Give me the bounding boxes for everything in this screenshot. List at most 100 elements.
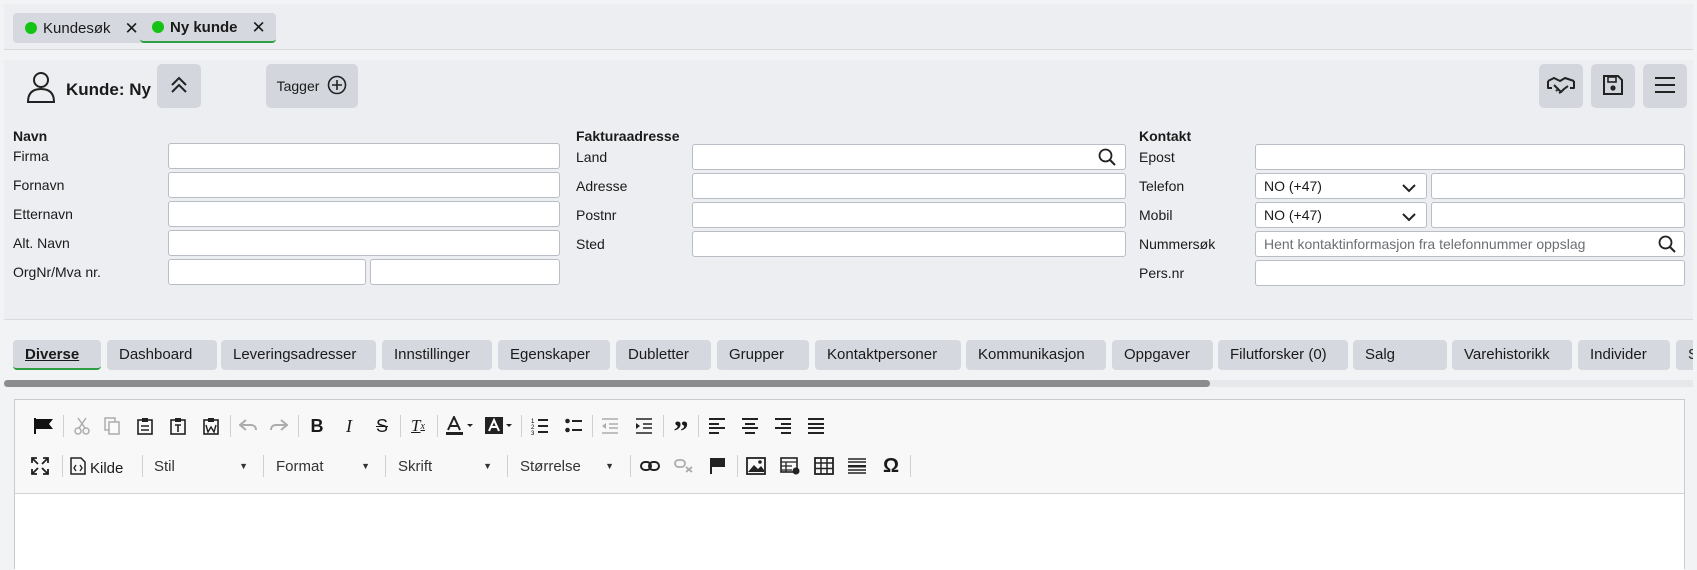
align-justify-icon[interactable] bbox=[803, 413, 829, 439]
toolbar-separator bbox=[630, 455, 631, 477]
save-button[interactable] bbox=[1591, 64, 1635, 108]
postnr-input[interactable] bbox=[692, 202, 1126, 228]
label-mobil: Mobil bbox=[1139, 207, 1173, 223]
status-dot-icon bbox=[152, 21, 164, 33]
tab-egenskaper[interactable]: Egenskaper bbox=[498, 340, 610, 370]
style-combo[interactable]: Stil ▼ bbox=[148, 453, 252, 479]
format-combo[interactable]: Format ▼ bbox=[270, 453, 374, 479]
remove-format-icon[interactable]: Tx bbox=[405, 413, 431, 439]
undo-icon[interactable] bbox=[235, 413, 261, 439]
doc-tab-label: Kundesøk bbox=[43, 19, 111, 37]
copy-icon[interactable] bbox=[99, 413, 125, 439]
mobil-country-select[interactable]: NO (+47) bbox=[1255, 202, 1427, 228]
tab-dashboard[interactable]: Dashboard bbox=[107, 340, 217, 370]
alt-navn-input[interactable] bbox=[168, 230, 560, 256]
editor-content-area[interactable] bbox=[15, 494, 1684, 570]
mobil-country-value: NO (+47) bbox=[1264, 207, 1322, 223]
label-nummersok: Nummersøk bbox=[1139, 236, 1216, 252]
mobil-input[interactable] bbox=[1431, 202, 1685, 228]
doc-tab-ny-kunde[interactable]: Ny kunde ✕ bbox=[140, 13, 276, 43]
bullet-list-icon[interactable] bbox=[561, 413, 587, 439]
collapse-button[interactable] bbox=[157, 64, 201, 108]
caret-down-icon: ▼ bbox=[483, 461, 492, 471]
align-center-icon[interactable] bbox=[737, 413, 763, 439]
customer-form-card: Kunde: Ny Tagger Navn Firma Fornavn Ette… bbox=[4, 60, 1693, 320]
telefon-input[interactable] bbox=[1431, 173, 1685, 199]
tab-innstillinger[interactable]: Innstillinger bbox=[382, 340, 492, 370]
italic-icon[interactable]: I bbox=[336, 413, 362, 439]
source-button[interactable]: Kilde bbox=[70, 457, 123, 479]
image-icon[interactable] bbox=[743, 453, 769, 479]
orgnr-input[interactable] bbox=[168, 259, 366, 285]
nummersok-input[interactable] bbox=[1255, 231, 1685, 257]
cut-icon[interactable] bbox=[69, 413, 95, 439]
tab-oppgaver[interactable]: Oppgaver bbox=[1112, 340, 1213, 370]
numbered-list-icon[interactable]: 123 bbox=[527, 413, 553, 439]
tab-grupper[interactable]: Grupper bbox=[717, 340, 809, 370]
toolbar-separator bbox=[400, 415, 401, 437]
persnr-input[interactable] bbox=[1255, 260, 1685, 286]
size-combo[interactable]: Størrelse ▼ bbox=[514, 453, 618, 479]
horizontal-rule-icon[interactable] bbox=[844, 453, 870, 479]
embed-table-icon[interactable] bbox=[777, 453, 803, 479]
tab-varehistorikk[interactable]: Varehistorikk bbox=[1452, 340, 1572, 370]
tab-dubletter[interactable]: Dubletter bbox=[616, 340, 711, 370]
tab-filutforsker[interactable]: Filutforsker (0) bbox=[1218, 340, 1348, 370]
toolbar-separator bbox=[910, 455, 911, 477]
paste-text-icon[interactable] bbox=[165, 413, 191, 439]
background-color-icon[interactable] bbox=[482, 413, 516, 439]
maximize-icon[interactable] bbox=[27, 453, 53, 479]
toolbar-separator bbox=[385, 455, 386, 477]
tab-salg[interactable]: Salg bbox=[1353, 340, 1447, 370]
special-character-icon[interactable]: Ω bbox=[878, 453, 904, 479]
search-icon[interactable] bbox=[1658, 235, 1676, 256]
close-icon[interactable]: ✕ bbox=[252, 19, 266, 36]
tab-kontaktpersoner[interactable]: Kontaktpersoner bbox=[815, 340, 961, 370]
fornavn-input[interactable] bbox=[168, 172, 560, 198]
link-icon[interactable] bbox=[637, 453, 663, 479]
increase-indent-icon[interactable] bbox=[631, 413, 657, 439]
sted-input[interactable] bbox=[692, 231, 1126, 257]
close-icon[interactable]: ✕ bbox=[125, 20, 139, 37]
font-combo-label: Skrift bbox=[398, 457, 433, 475]
blockquote-icon[interactable]: ” bbox=[668, 413, 694, 447]
decrease-indent-icon[interactable] bbox=[597, 413, 623, 439]
tab-individer[interactable]: Individer bbox=[1578, 340, 1670, 370]
font-combo[interactable]: Skrift ▼ bbox=[392, 453, 496, 479]
tab-diverse[interactable]: Diverse bbox=[13, 340, 101, 370]
firma-input[interactable] bbox=[168, 143, 560, 169]
tagger-button[interactable]: Tagger bbox=[266, 64, 358, 108]
etternavn-input[interactable] bbox=[168, 201, 560, 227]
land-input[interactable] bbox=[692, 144, 1126, 170]
epost-input[interactable] bbox=[1255, 144, 1685, 170]
adresse-input[interactable] bbox=[692, 173, 1126, 199]
tab-kommunikasjon[interactable]: Kommunikasjon bbox=[966, 340, 1106, 370]
unlink-icon[interactable] bbox=[671, 453, 697, 479]
tab-se[interactable]: Se bbox=[1676, 340, 1693, 370]
toolbar-separator bbox=[437, 415, 438, 437]
text-color-icon[interactable] bbox=[443, 413, 477, 439]
align-left-icon[interactable] bbox=[704, 413, 730, 439]
section-heading-kontakt: Kontakt bbox=[1139, 128, 1192, 144]
hamburger-icon bbox=[1654, 76, 1676, 97]
tab-leveringsadresser[interactable]: Leveringsadresser bbox=[221, 340, 376, 370]
redo-icon[interactable] bbox=[266, 413, 292, 439]
menu-button[interactable] bbox=[1643, 64, 1687, 108]
tagger-label: Tagger bbox=[276, 78, 320, 94]
align-right-icon[interactable] bbox=[770, 413, 796, 439]
bold-icon[interactable]: B bbox=[304, 413, 330, 439]
mva-nr-input[interactable] bbox=[370, 259, 560, 285]
strikethrough-icon[interactable]: S bbox=[369, 413, 395, 439]
telefon-country-select[interactable]: NO (+47) bbox=[1255, 173, 1427, 199]
person-icon bbox=[26, 70, 56, 107]
handshake-button[interactable] bbox=[1539, 64, 1583, 108]
search-icon[interactable] bbox=[1098, 148, 1116, 169]
flag-icon[interactable] bbox=[31, 413, 57, 439]
tab-scrollbar-thumb[interactable] bbox=[4, 380, 1210, 387]
doc-tab-kundesok[interactable]: Kundesøk ✕ bbox=[13, 13, 149, 43]
table-icon[interactable] bbox=[811, 453, 837, 479]
toolbar-separator bbox=[263, 455, 264, 477]
paste-icon[interactable] bbox=[132, 413, 158, 439]
paste-word-icon[interactable] bbox=[198, 413, 224, 439]
anchor-flag-icon[interactable] bbox=[705, 453, 731, 479]
